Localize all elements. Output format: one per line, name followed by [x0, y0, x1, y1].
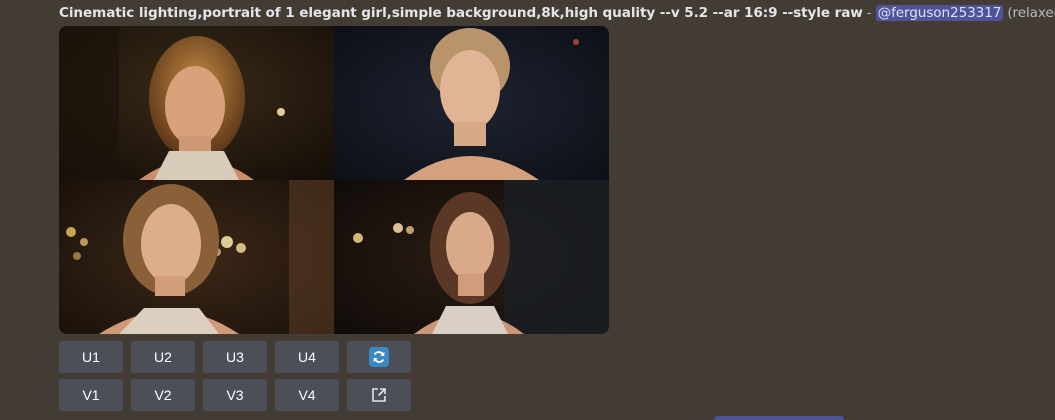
user-mention[interactable]: @ferguson253317: [875, 5, 1004, 21]
variation-button-row: V1 V2 V3 V4: [59, 379, 411, 411]
open-in-browser-button[interactable]: [347, 379, 411, 411]
job-status: (relaxed): [1007, 5, 1055, 21]
upscale-button-row: U1 U2 U3 U4: [59, 341, 411, 373]
reroll-button[interactable]: [347, 341, 411, 373]
upscale-2-button[interactable]: U2: [131, 341, 195, 373]
image-grid[interactable]: [59, 26, 609, 334]
image-tile-3[interactable]: [59, 180, 334, 334]
prompt-separator: -: [866, 5, 872, 21]
prompt-line: Cinematic lighting,portrait of 1 elegant…: [59, 4, 1055, 22]
variation-2-button[interactable]: V2: [131, 379, 195, 411]
image-tile-4[interactable]: [334, 180, 609, 334]
next-message-edge: [714, 416, 844, 420]
external-link-icon: [372, 388, 386, 402]
image-tile-1[interactable]: [59, 26, 334, 180]
variation-3-button[interactable]: V3: [203, 379, 267, 411]
variation-1-button[interactable]: V1: [59, 379, 123, 411]
image-tile-2[interactable]: [334, 26, 609, 180]
portrait-image-2: [334, 26, 609, 180]
portrait-image-4: [334, 180, 609, 334]
portrait-image-3: [59, 180, 334, 334]
refresh-icon: [369, 347, 389, 367]
prompt-text: Cinematic lighting,portrait of 1 elegant…: [59, 5, 863, 21]
portrait-image-1: [59, 26, 334, 180]
upscale-1-button[interactable]: U1: [59, 341, 123, 373]
upscale-4-button[interactable]: U4: [275, 341, 339, 373]
upscale-3-button[interactable]: U3: [203, 341, 267, 373]
variation-4-button[interactable]: V4: [275, 379, 339, 411]
